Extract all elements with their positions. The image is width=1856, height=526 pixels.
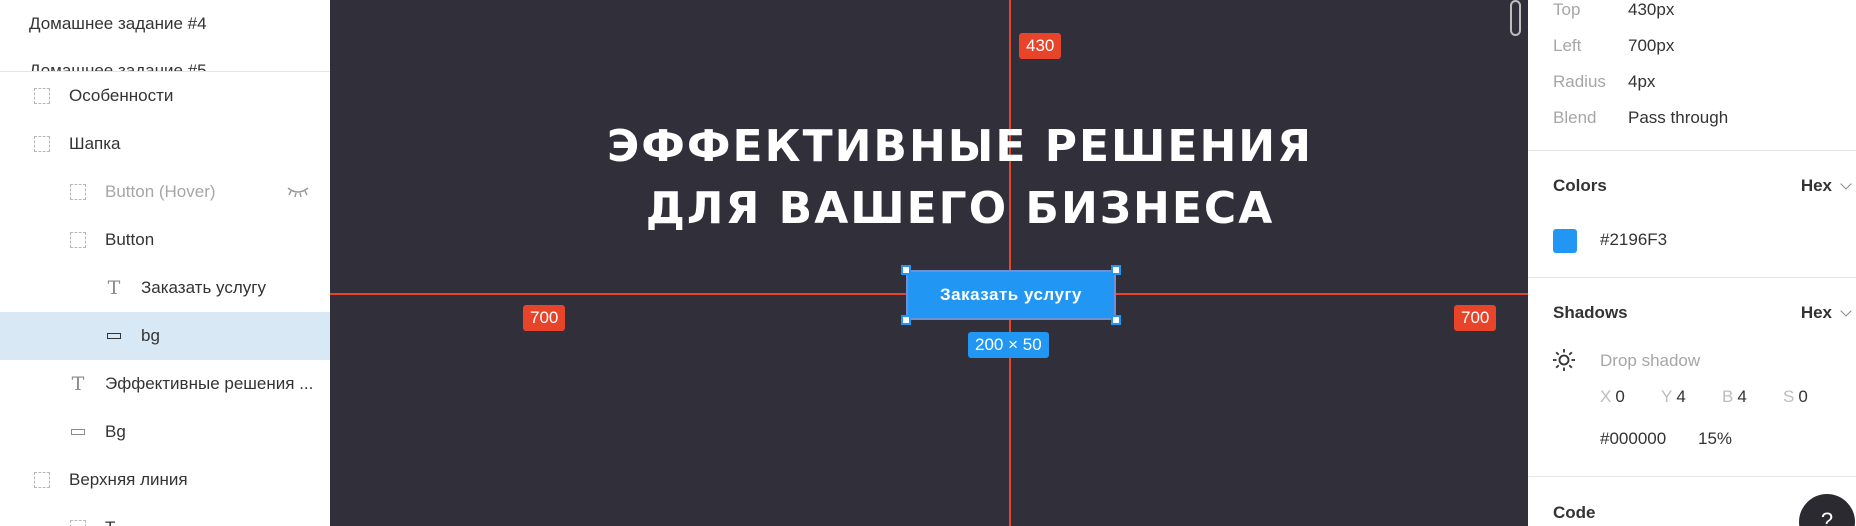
pages-list: Домашнее задание #4 Домашнее задание #5 — [0, 0, 330, 72]
shadow-y[interactable]: Y4 — [1661, 387, 1722, 407]
layers-panel: Домашнее задание #4 Домашнее задание #5 … — [0, 0, 330, 526]
shadows-format-select[interactable]: Hex — [1800, 303, 1852, 323]
layer-item[interactable]: Верхняя линия — [0, 456, 330, 504]
colors-format-select[interactable]: Hex — [1800, 176, 1852, 196]
prop-value[interactable]: 4px — [1628, 72, 1655, 92]
prop-label: Left — [1553, 36, 1582, 55]
shadow-x[interactable]: X0 — [1600, 387, 1661, 407]
prop-value[interactable]: 430px — [1628, 0, 1674, 20]
param-label: B — [1722, 387, 1734, 406]
text-icon: T — [71, 372, 85, 395]
layer-item[interactable]: T... — [0, 504, 330, 526]
hidden-eye-icon[interactable] — [286, 184, 310, 198]
param-value: 4 — [1737, 387, 1747, 406]
param-value: 4 — [1676, 387, 1686, 406]
resize-handle[interactable] — [901, 265, 911, 275]
prop-label: Blend — [1553, 108, 1597, 127]
layer-label: Button — [105, 230, 155, 249]
shadow-type-label[interactable]: Drop shadow — [1600, 351, 1700, 371]
right-distance-badge: 700 — [1454, 305, 1497, 331]
page-item[interactable]: Домашнее задание #5 — [29, 61, 207, 71]
prop-radius: Radius 4px — [1553, 72, 1655, 92]
frame-icon — [33, 87, 51, 105]
layer-label: Эффективные решения ... — [105, 374, 314, 393]
param-value: 0 — [1615, 387, 1625, 406]
frame-icon — [69, 183, 87, 201]
frame-icon — [69, 231, 87, 249]
colors-title: Colors — [1553, 176, 1607, 195]
divider — [1528, 476, 1856, 477]
layer-item[interactable]: T Эффективные решения ... — [0, 360, 330, 408]
layer-item[interactable]: Bg — [0, 408, 330, 456]
prop-value[interactable]: 700px — [1628, 36, 1674, 56]
code-title: Code — [1553, 503, 1596, 522]
hero-title[interactable]: ЭФФЕКТИВНЫЕ РЕШЕНИЯ ДЛЯ ВАШЕГО БИЗНЕСА — [580, 116, 1340, 240]
sun-icon[interactable] — [1552, 348, 1576, 372]
selection-size-badge: 200 × 50 — [968, 332, 1049, 358]
frame-icon — [33, 135, 51, 153]
prop-label: Top — [1553, 0, 1581, 19]
param-label: X — [1600, 387, 1612, 406]
color-hex-value[interactable]: #2196F3 — [1600, 230, 1667, 250]
frame-icon — [33, 471, 51, 489]
layer-item[interactable]: bg — [0, 312, 330, 360]
resize-handle[interactable] — [1111, 265, 1121, 275]
shadow-opacity-value[interactable]: 15% — [1698, 429, 1732, 449]
rectangle-icon — [105, 327, 123, 345]
prop-value[interactable]: Pass through — [1628, 108, 1728, 128]
layer-item[interactable]: T Заказать услугу — [0, 264, 330, 312]
frame-icon — [69, 519, 87, 526]
left-distance-badge: 700 — [523, 305, 566, 331]
text-icon: T — [107, 276, 121, 299]
hero-title-line: ДЛЯ ВАШЕГО БИЗНЕСА — [645, 183, 1275, 234]
resize-handle[interactable] — [901, 315, 911, 325]
canvas-scrollbar[interactable] — [1510, 0, 1521, 36]
divider — [1528, 150, 1856, 151]
chevron-down-icon — [1840, 304, 1852, 317]
vertical-guide-line — [1009, 0, 1011, 526]
rectangle-icon — [69, 423, 87, 441]
param-label: Y — [1661, 387, 1673, 406]
layer-label: Заказать услугу — [141, 278, 266, 297]
layer-label: Верхняя линия — [69, 470, 188, 489]
shadow-params: X0 Y4 B4 S0 — [1600, 387, 1844, 407]
prop-blend: Blend Pass through — [1553, 108, 1728, 128]
param-value: 0 — [1798, 387, 1808, 406]
page-item[interactable]: Домашнее задание #4 — [29, 14, 207, 34]
help-label: ? — [1820, 508, 1834, 526]
prop-left: Left 700px — [1553, 36, 1674, 56]
prop-label: Radius — [1553, 72, 1606, 91]
layer-item[interactable]: Шапка — [0, 120, 330, 168]
layer-label: Особенности — [69, 86, 174, 105]
chevron-down-icon — [1840, 177, 1852, 190]
shadow-color-value[interactable]: #000000 — [1600, 429, 1666, 449]
top-distance-badge: 430 — [1019, 33, 1062, 59]
layer-label: T... — [105, 518, 128, 526]
format-label: Hex — [1800, 176, 1832, 195]
layer-item[interactable]: Button (Hover) — [0, 168, 330, 216]
prop-top: Top 430px — [1553, 0, 1674, 20]
layer-item[interactable]: Особенности — [0, 72, 330, 120]
layer-label: Button (Hover) — [105, 182, 216, 201]
hero-title-line: ЭФФЕКТИВНЫЕ РЕШЕНИЯ — [607, 121, 1313, 172]
properties-panel: Top 430px Left 700px Radius 4px Blend Pa… — [1528, 0, 1856, 526]
layer-label: Bg — [105, 422, 126, 441]
shadows-title: Shadows — [1553, 303, 1628, 322]
resize-handle[interactable] — [1111, 315, 1121, 325]
divider — [1528, 277, 1856, 278]
layer-label: Шапка — [69, 134, 121, 153]
format-label: Hex — [1800, 303, 1832, 322]
shadow-spread[interactable]: S0 — [1783, 387, 1844, 407]
design-canvas[interactable]: 430 700 700 ЭФФЕКТИВНЫЕ РЕШЕНИЯ ДЛЯ ВАШЕ… — [330, 0, 1528, 526]
layer-label: bg — [141, 326, 160, 345]
button-label: Заказать услугу — [939, 285, 1082, 304]
color-swatch[interactable] — [1553, 229, 1577, 253]
order-service-button[interactable]: Заказать услугу — [906, 270, 1116, 320]
layer-item[interactable]: Button — [0, 216, 330, 264]
shadow-blur[interactable]: B4 — [1722, 387, 1783, 407]
param-label: S — [1783, 387, 1795, 406]
